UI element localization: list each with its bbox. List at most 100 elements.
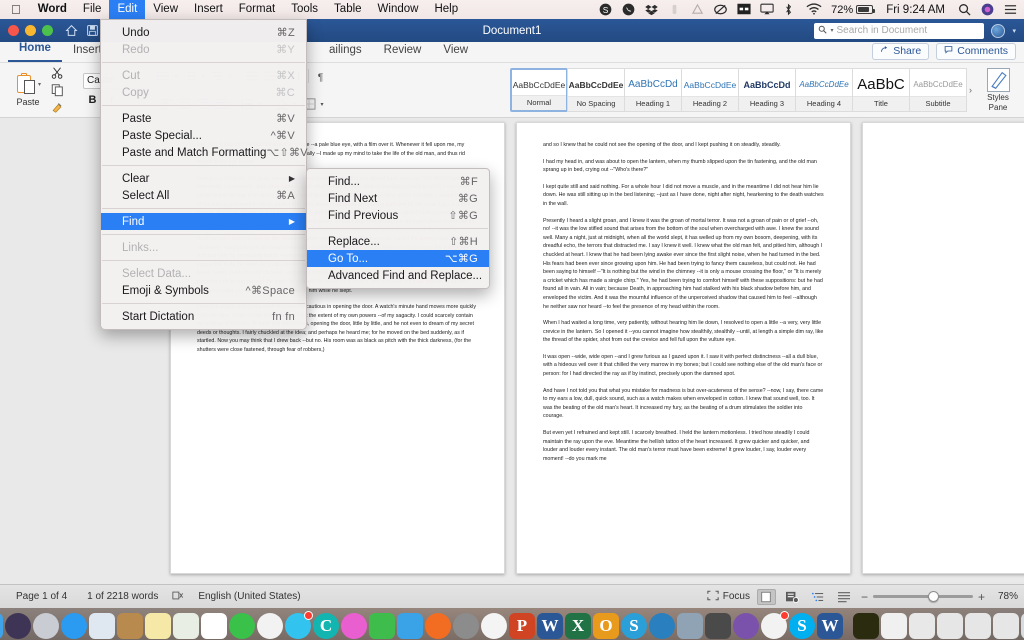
- numbers-icon[interactable]: [369, 613, 395, 639]
- tab-mailings[interactable]: ailings: [318, 42, 373, 62]
- cut-scissors-icon[interactable]: [50, 66, 66, 81]
- lync-icon[interactable]: S: [621, 613, 647, 639]
- style-title[interactable]: AaBbC Title: [852, 68, 910, 112]
- menu-word[interactable]: Word: [30, 0, 75, 19]
- airplay-icon[interactable]: [760, 3, 774, 17]
- notes-icon[interactable]: [145, 613, 171, 639]
- draft-view-button[interactable]: [835, 589, 854, 605]
- contacts-icon[interactable]: [117, 613, 143, 639]
- menu-file[interactable]: File: [75, 0, 110, 19]
- menu-format[interactable]: Format: [231, 0, 283, 19]
- style-normal[interactable]: AaBbCcDdEe Normal: [510, 68, 568, 112]
- share-button[interactable]: Share: [872, 43, 930, 60]
- menu-item-advanced-find-and-replace[interactable]: Advanced Find and Replace...: [307, 267, 489, 284]
- control-center-icon[interactable]: [1004, 3, 1018, 17]
- screen-sharing-icon[interactable]: [677, 613, 703, 639]
- menu-item-paste-and-match-formatting[interactable]: Paste and Match Formatting ⌥⇧⌘V: [101, 144, 308, 161]
- menu-item-find-previous[interactable]: Find Previous ⇧⌘G: [307, 207, 489, 224]
- spelling-check-icon[interactable]: [168, 590, 188, 604]
- search-chevron-icon[interactable]: ▾: [830, 27, 833, 34]
- siri-icon[interactable]: [981, 3, 995, 17]
- menu-item-paste-special[interactable]: Paste Special... ^⌘V: [101, 127, 306, 144]
- calendar-icon[interactable]: [201, 613, 227, 639]
- menu-item-go-to[interactable]: Go To... ⌥⌘G: [307, 250, 489, 267]
- excel-icon[interactable]: X: [565, 613, 591, 639]
- launchpad-icon[interactable]: [33, 613, 59, 639]
- zoom-knob[interactable]: [927, 591, 939, 602]
- chrome-icon[interactable]: [481, 613, 507, 639]
- style-heading-4[interactable]: AaBbCcDdEe Heading 4: [795, 68, 853, 112]
- focus-button[interactable]: Focus: [707, 590, 750, 604]
- menu-item-find-next[interactable]: Find Next ⌘G: [307, 190, 489, 207]
- word-count[interactable]: 1 of 2218 words: [77, 591, 168, 602]
- chrome-window-1[interactable]: [937, 613, 963, 639]
- zoom-out-button[interactable]: −: [861, 590, 868, 604]
- creative-cloud-icon[interactable]: [714, 3, 728, 17]
- format-painter-icon[interactable]: [50, 100, 66, 115]
- comments-button[interactable]: Comments: [936, 43, 1016, 60]
- borders-chevron-icon[interactable]: ▾: [318, 101, 326, 108]
- outline-view-button[interactable]: [809, 589, 828, 605]
- menu-item-clear[interactable]: Clear ▶: [101, 170, 306, 187]
- zoom-button[interactable]: [42, 25, 53, 36]
- siri-icon[interactable]: [5, 613, 31, 639]
- menu-item-undo[interactable]: Undo ⌘Z: [101, 24, 306, 41]
- search-input[interactable]: [836, 25, 981, 36]
- menu-item-replace[interactable]: Replace... ⇧⌘H: [307, 233, 489, 250]
- google-drive-icon[interactable]: [691, 3, 705, 17]
- search-in-document-box[interactable]: ▾: [814, 22, 985, 39]
- usb-icon[interactable]: [668, 3, 682, 17]
- menubar-clock[interactable]: Fri 9:24 AM: [882, 4, 949, 16]
- paste-options-chevron-icon[interactable]: ▾: [38, 81, 41, 88]
- print-layout-view-button[interactable]: [756, 588, 776, 605]
- bold-button[interactable]: B: [85, 93, 100, 108]
- find-submenu[interactable]: Find... ⌘F Find Next ⌘G Find Previous ⇧⌘G Repl…: [306, 168, 490, 289]
- photos-icon[interactable]: [257, 613, 283, 639]
- menu-edit[interactable]: Edit: [109, 0, 146, 19]
- tab-home[interactable]: Home: [8, 40, 62, 62]
- spotlight-search-icon[interactable]: [958, 3, 972, 17]
- menu-insert[interactable]: Insert: [186, 0, 231, 19]
- menu-item-emoji-symbols[interactable]: Emoji & Symbols ^⌘Space: [101, 282, 306, 299]
- document-page-3[interactable]: [862, 122, 1024, 574]
- style-heading-3[interactable]: AaBbCcDd Heading 3: [738, 68, 796, 112]
- style-heading-1[interactable]: AaBbCcDd Heading 1: [624, 68, 682, 112]
- menu-table[interactable]: Table: [326, 0, 370, 19]
- menu-item-start-dictation[interactable]: Start Dictation fn fn: [101, 308, 306, 325]
- skype-icon[interactable]: S: [789, 613, 815, 639]
- safari-icon[interactable]: [61, 613, 87, 639]
- document-page-2[interactable]: and so I knew that he could not see the …: [516, 122, 851, 574]
- ribbon-collapse-chevron-icon[interactable]: ▾: [1012, 27, 1016, 35]
- menu-tools[interactable]: Tools: [283, 0, 326, 19]
- menu-item-select-all[interactable]: Select All ⌘A: [101, 187, 306, 204]
- style-no-spacing[interactable]: AaBbCcDdEe No Spacing: [567, 68, 625, 112]
- bluetooth-icon[interactable]: [783, 3, 797, 17]
- mail-icon[interactable]: [89, 613, 115, 639]
- close-button[interactable]: [8, 25, 19, 36]
- facetime-icon[interactable]: [229, 613, 255, 639]
- language-indicator[interactable]: English (United States): [188, 591, 310, 602]
- dropbox-icon[interactable]: [645, 3, 659, 17]
- styles-gallery-more-button[interactable]: ›: [966, 85, 975, 95]
- outlook-icon[interactable]: O: [593, 613, 619, 639]
- styles-pane-button[interactable]: Styles Pane: [978, 68, 1018, 112]
- style-heading-2[interactable]: AaBbCcDdEe Heading 2: [681, 68, 739, 112]
- skype-icon[interactable]: S: [599, 3, 613, 17]
- style-subtitle[interactable]: AaBbCcDdEe Subtitle: [909, 68, 967, 112]
- music-file-icon[interactable]: [881, 613, 907, 639]
- word-icon[interactable]: W: [537, 613, 563, 639]
- powerpoint-icon[interactable]: P: [509, 613, 535, 639]
- menu-window[interactable]: Window: [370, 0, 427, 19]
- web-layout-view-button[interactable]: [783, 589, 802, 605]
- zoom-track[interactable]: [872, 591, 973, 602]
- show-formatting-marks-icon[interactable]: ¶: [313, 69, 330, 84]
- save-icon[interactable]: [86, 24, 99, 37]
- tab-view[interactable]: View: [432, 42, 479, 62]
- account-avatar[interactable]: [991, 23, 1006, 38]
- page-indicator[interactable]: Page 1 of 4: [6, 591, 77, 602]
- system-preferences-icon[interactable]: [453, 613, 479, 639]
- edit-menu-dropdown[interactable]: Undo ⌘Z Redo ⌘Y Cut ⌘X Copy ⌘C Paste ⌘V Paste Spec…: [100, 19, 308, 330]
- cleanmymac-icon[interactable]: C: [313, 613, 339, 639]
- tab-review[interactable]: Review: [373, 42, 433, 62]
- slack-icon[interactable]: [761, 611, 789, 639]
